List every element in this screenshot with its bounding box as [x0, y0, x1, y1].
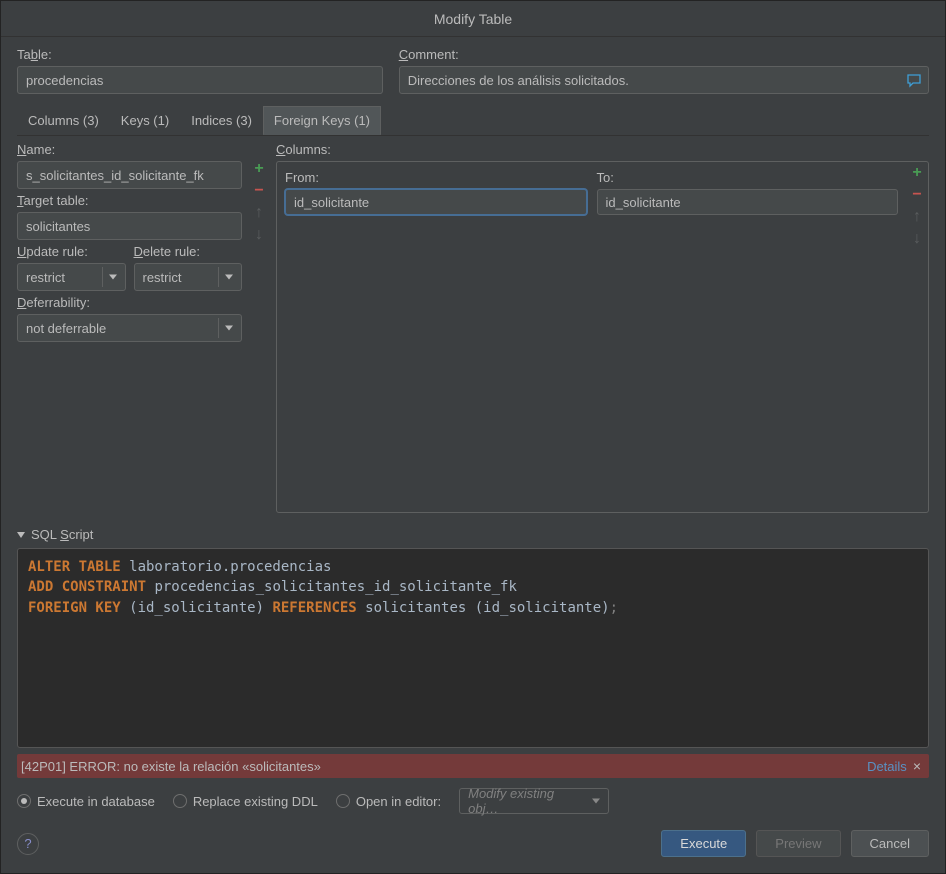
col-up-icon[interactable]: ↑ [908, 208, 926, 226]
editor-select-dropdown[interactable]: Modify existing obj… [459, 788, 609, 814]
fk-defer-label: Deferrability: [17, 295, 242, 310]
fk-delete-value: restrict [143, 270, 182, 285]
fk-update-dropdown[interactable]: restrict [17, 263, 126, 291]
radio-open-editor[interactable]: Open in editor: [336, 794, 441, 809]
fk-update-value: restrict [26, 270, 65, 285]
fk-left-panel: Name: Target table: Update rule: restric… [17, 142, 242, 513]
col-down-icon[interactable]: ↓ [908, 230, 926, 248]
details-link[interactable]: Details [867, 759, 907, 774]
action-radios: Execute in database Replace existing DDL… [17, 784, 929, 814]
from-column-input[interactable] [285, 189, 587, 215]
from-label: From: [285, 170, 587, 185]
fk-name-input[interactable] [17, 161, 242, 189]
radio-replace-label: Replace existing DDL [193, 794, 318, 809]
fk-defer-dropdown[interactable]: not deferrable [17, 314, 242, 342]
table-field: Table: [17, 47, 383, 94]
to-column-input[interactable] [597, 189, 899, 215]
cancel-button[interactable]: Cancel [851, 830, 929, 857]
fk-name-label: Name: [17, 142, 242, 157]
move-down-icon[interactable]: ↓ [250, 226, 268, 244]
fk-update-label: Update rule: [17, 244, 126, 259]
fk-delete-dropdown[interactable]: restrict [134, 263, 243, 291]
sql-id: laboratorio.procedencias [121, 559, 332, 575]
sql-editor[interactable]: ALTER TABLE laboratorio.procedencias ADD… [17, 548, 929, 748]
to-label: To: [597, 170, 899, 185]
sql-kw: FOREIGN KEY [28, 600, 121, 616]
fk-delete-label: Delete rule: [134, 244, 243, 259]
preview-button[interactable]: Preview [756, 830, 840, 857]
sql-kw: ADD CONSTRAINT [28, 579, 146, 595]
chevron-down-icon [17, 532, 25, 538]
modify-table-dialog: Modify Table Table: Comment: Columns (3)… [0, 0, 946, 874]
bottom-bar: ? Execute Preview Cancel [17, 820, 929, 861]
table-input[interactable] [17, 66, 383, 94]
fk-columns-label: Columns: [276, 142, 331, 157]
comment-input[interactable] [399, 66, 929, 94]
tab-indices[interactable]: Indices (3) [180, 106, 263, 135]
sql-kw: REFERENCES [272, 600, 356, 616]
execute-button[interactable]: Execute [661, 830, 746, 857]
sql-kw: ALTER TABLE [28, 559, 121, 575]
fk-list-toolbar: + − ↑ ↓ [248, 142, 270, 513]
comment-field: Comment: [399, 47, 929, 94]
fk-target-label: Target table: [17, 193, 242, 208]
editor-select-value: Modify existing obj… [468, 786, 584, 816]
sql-id: solicitantes (id_solicitante) [357, 600, 610, 616]
window-title: Modify Table [434, 11, 512, 27]
radio-execute-label: Execute in database [37, 794, 155, 809]
tab-foreign-keys[interactable]: Foreign Keys (1) [263, 106, 381, 135]
fk-col-toolbar: + − ↑ ↓ [906, 162, 928, 512]
comment-label: Comment: [399, 47, 929, 62]
titlebar: Modify Table [1, 1, 945, 37]
speech-bubble-icon[interactable] [903, 69, 925, 91]
remove-fk-icon[interactable]: − [250, 182, 268, 200]
tab-columns[interactable]: Columns (3) [17, 106, 110, 135]
content: Table: Comment: Columns (3) Keys (1) Ind… [1, 37, 945, 873]
error-bar: [42P01] ERROR: no existe la relación «so… [17, 754, 929, 778]
sql-id: (id_solicitante) [121, 600, 273, 616]
add-fk-icon[interactable]: + [250, 160, 268, 178]
sql-header-label: SQL Script [31, 527, 93, 542]
add-col-icon[interactable]: + [908, 164, 926, 182]
remove-col-icon[interactable]: − [908, 186, 926, 204]
tab-keys[interactable]: Keys (1) [110, 106, 180, 135]
fk-panel: Name: Target table: Update rule: restric… [17, 142, 929, 513]
fk-columns-panel: Columns: From: To: [276, 142, 929, 513]
close-icon[interactable]: × [913, 758, 921, 774]
top-row: Table: Comment: [17, 47, 929, 94]
radio-open-label: Open in editor: [356, 794, 441, 809]
table-label: Table: [17, 47, 383, 62]
move-up-icon[interactable]: ↑ [250, 204, 268, 222]
radio-execute-db[interactable]: Execute in database [17, 794, 155, 809]
tabs: Columns (3) Keys (1) Indices (3) Foreign… [17, 106, 929, 136]
sql-punct: ; [610, 600, 618, 616]
sql-section-header[interactable]: SQL Script [17, 527, 929, 542]
radio-replace-ddl[interactable]: Replace existing DDL [173, 794, 318, 809]
fk-target-input[interactable] [17, 212, 242, 240]
sql-id: procedencias_solicitantes_id_solicitante… [146, 579, 517, 595]
error-text: [42P01] ERROR: no existe la relación «so… [21, 759, 867, 774]
fk-defer-value: not deferrable [26, 321, 106, 336]
help-icon[interactable]: ? [17, 833, 39, 855]
